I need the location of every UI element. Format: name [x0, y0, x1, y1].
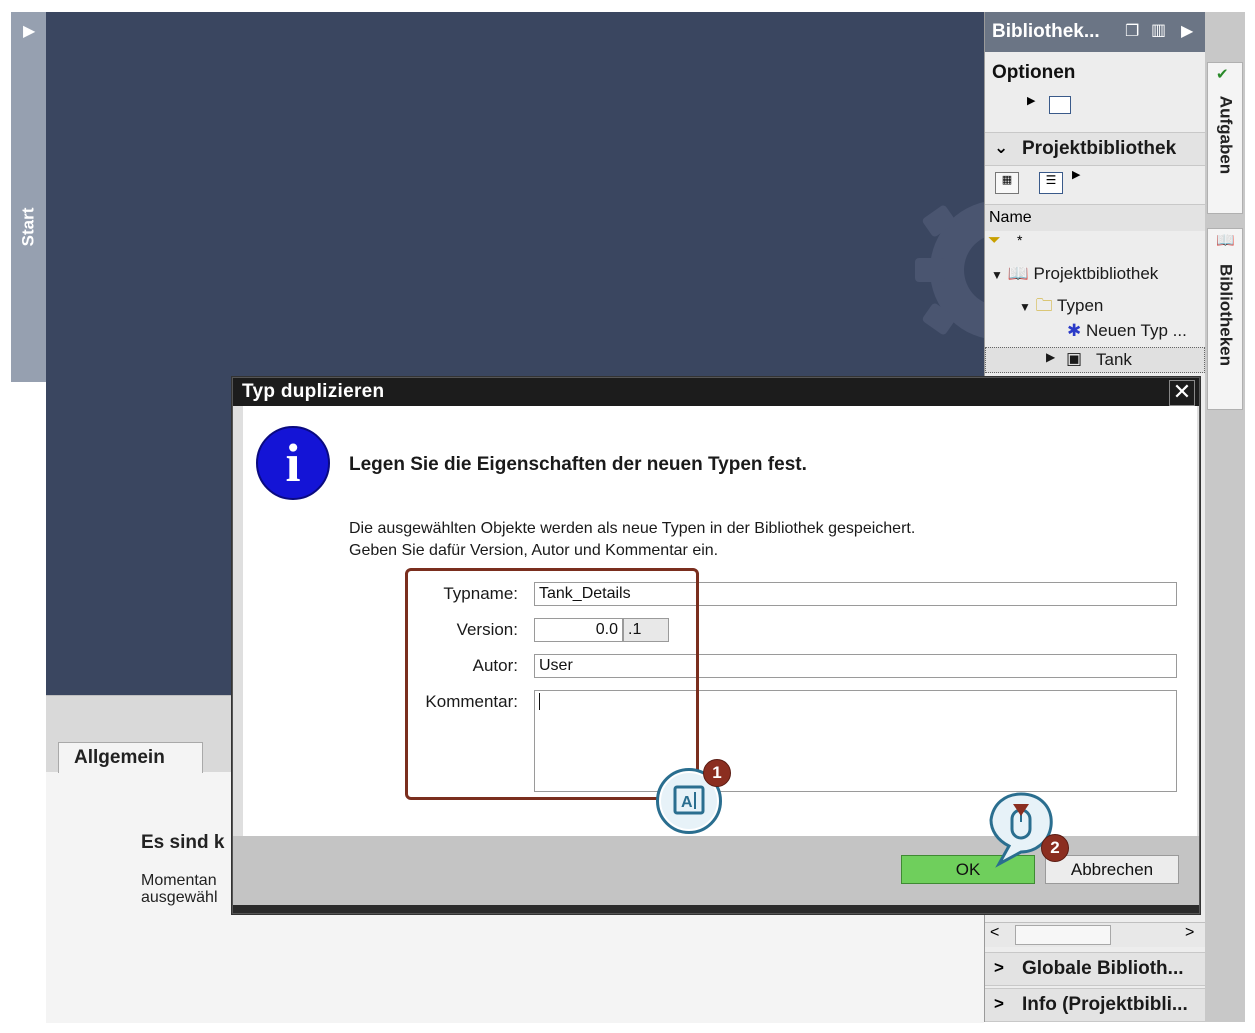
dialog-description: Die ausgewählten Objekte werden als neue…: [349, 518, 915, 562]
tree-item-types[interactable]: ▼ 🗀 Typen: [1019, 293, 1103, 322]
list-view-icon[interactable]: ☰: [1039, 172, 1063, 194]
library-header-title: Bibliothek...: [992, 21, 1100, 42]
expand-triangle-icon[interactable]: ▶: [1046, 350, 1055, 364]
library-tool-icon[interactable]: ▦: [995, 172, 1019, 194]
step-badge-1: 1: [703, 759, 731, 787]
collapse-triangle-icon[interactable]: ▼: [1019, 300, 1031, 314]
library-view-icon[interactable]: [1049, 96, 1071, 114]
start-strip[interactable]: ▶ Start: [11, 12, 47, 1022]
filter-icon[interactable]: ⏷: [988, 232, 1001, 250]
project-library-icon: 📖: [1007, 264, 1029, 283]
horizontal-scrollbar[interactable]: < >: [985, 922, 1205, 947]
tree-label-types: Typen: [1057, 296, 1104, 315]
global-library-label: Globale Biblioth...: [1022, 958, 1184, 979]
info-icon: i: [256, 426, 330, 500]
scroll-right-icon[interactable]: >: [1185, 924, 1194, 942]
collapse-triangle-icon[interactable]: ▼: [991, 268, 1003, 282]
collapse-arrow-icon[interactable]: ▶: [1181, 21, 1193, 41]
float-window-icon[interactable]: ❐: [1125, 21, 1139, 41]
description-line1: Die ausgewählten Objekte werden als neue…: [349, 520, 916, 537]
tree-item-new-type[interactable]: ✱ Neuen Typ ...: [1067, 321, 1187, 341]
dialog-heading: Legen Sie die Eigenschaften der neuen Ty…: [349, 454, 807, 475]
tab-libraries-label: Bibliotheken: [1216, 263, 1236, 366]
description-line2: Geben Sie dafür Version, Autor und Komme…: [349, 542, 719, 559]
tab-general[interactable]: Allgemein: [58, 742, 203, 773]
inspector-title: Es sind k: [141, 832, 225, 853]
step-badge-2: 2: [1041, 834, 1069, 862]
tab-tasks[interactable]: ✔ Aufgaben: [1207, 62, 1243, 214]
tree-item-tank[interactable]: ▶ ▣ Tank: [985, 347, 1205, 373]
scroll-left-icon[interactable]: <: [990, 924, 999, 942]
dialog-bottom-bar: [233, 905, 1199, 913]
global-library-section[interactable]: > Globale Biblioth...: [985, 952, 1205, 986]
name-column-header[interactable]: Name: [985, 204, 1205, 231]
info-section[interactable]: > Info (Projektbibli...: [985, 988, 1205, 1022]
tree-label-new-type: Neuen Typ ...: [1085, 321, 1187, 340]
annotation-highlight-box: [405, 568, 699, 800]
options-expand-icon[interactable]: ▶: [1027, 94, 1035, 107]
type-icon: ▣: [1066, 349, 1083, 368]
tab-tasks-label: Aufgaben: [1216, 95, 1236, 175]
split-window-icon[interactable]: ▥: [1151, 20, 1166, 40]
vertical-tabbar: ✔ Aufgaben 📖 Bibliotheken: [1205, 12, 1245, 1022]
start-strip-lower: [11, 382, 47, 1022]
toolbar-more-icon[interactable]: ▶: [1072, 168, 1080, 181]
filter-text[interactable]: *: [1017, 232, 1022, 248]
tree-label-tank: Tank: [1096, 350, 1132, 369]
library-header: Bibliothek... ❐ ▥ ▶: [985, 12, 1205, 52]
options-label[interactable]: Optionen: [992, 62, 1075, 84]
scroll-thumb[interactable]: [1015, 925, 1111, 945]
close-icon[interactable]: ✕: [1169, 380, 1195, 406]
expand-arrow-icon[interactable]: ▶: [23, 21, 35, 41]
folder-icon: 🗀: [1035, 296, 1053, 315]
dialog-titlebar[interactable]: Typ duplizieren ✕: [233, 378, 1199, 406]
project-library-label: Projektbibliothek: [1022, 138, 1177, 159]
dialog-title: Typ duplizieren: [242, 381, 385, 402]
info-label: Info (Projektbibli...: [1022, 994, 1188, 1015]
tree-label-project-library: Projektbibliothek: [1033, 264, 1159, 283]
chevron-right-icon[interactable]: >: [994, 958, 1004, 978]
cancel-button[interactable]: Abbrechen: [1045, 855, 1179, 884]
start-label: Start: [18, 207, 38, 247]
tab-libraries[interactable]: 📖 Bibliotheken: [1207, 228, 1243, 410]
name-column-label: Name: [989, 209, 1032, 226]
project-library-section[interactable]: ⌄ Projektbibliothek: [985, 132, 1205, 166]
chevron-right-icon[interactable]: >: [994, 994, 1004, 1014]
book-icon: 📖: [1216, 232, 1235, 249]
chevron-down-icon[interactable]: ⌄: [994, 138, 1008, 158]
svg-text:A: A: [681, 794, 693, 811]
new-type-icon: ✱: [1067, 321, 1082, 340]
tree-item-project-library[interactable]: ▼ 📖 Projektbibliothek: [991, 264, 1158, 284]
